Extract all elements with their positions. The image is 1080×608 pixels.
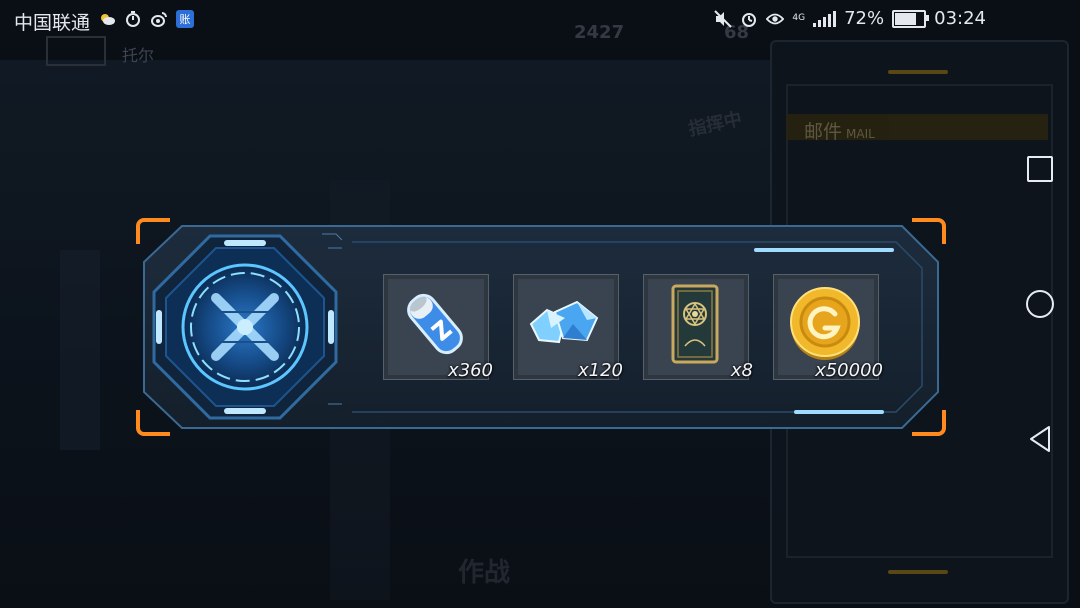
back-button[interactable]: [1026, 425, 1054, 453]
reward-item[interactable]: x50000: [773, 274, 883, 381]
battery-percent: 72%: [844, 8, 885, 29]
reward-items: x360 x120 x8 x50000: [383, 274, 883, 381]
crystal-shards-icon: [529, 300, 599, 344]
home-button[interactable]: [1026, 290, 1054, 318]
item-quantity: x50000: [815, 360, 883, 381]
item-quantity: x8: [730, 360, 753, 381]
mail-title: 邮件: [804, 121, 843, 143]
battery-icon: [892, 9, 930, 28]
network-type: 4G: [792, 13, 806, 23]
square-icon: [1027, 156, 1053, 182]
timer-icon: [124, 10, 142, 28]
mute-icon: [714, 9, 733, 28]
tarot-card-icon: [671, 284, 719, 364]
carrier-name: 中国联通: [14, 12, 91, 34]
mail-panel-bottom-bar: [888, 570, 948, 574]
reward-emblem-icon: [152, 234, 338, 420]
reward-popup[interactable]: x360 x120 x8 x50000: [136, 218, 946, 436]
item-quantity: x120: [577, 360, 623, 381]
clock: 03:24: [934, 8, 986, 29]
reward-item[interactable]: x360: [383, 274, 493, 381]
app-notification-icon: 账: [176, 10, 194, 28]
mail-panel-top-bar: [888, 70, 948, 74]
recent-apps-button[interactable]: [1026, 155, 1054, 183]
eye-comfort-icon: [766, 10, 785, 28]
energy-canister-icon: [407, 293, 463, 355]
gold-coin-icon: [790, 287, 860, 360]
triangle-back-icon: [1030, 426, 1050, 452]
item-quantity: x360: [447, 360, 493, 381]
alarm-icon: [740, 10, 758, 28]
player-avatar: [46, 36, 106, 66]
circle-icon: [1026, 290, 1054, 318]
reward-item[interactable]: x8: [643, 274, 753, 381]
reward-item[interactable]: x120: [513, 274, 623, 381]
signal-icon: [813, 10, 837, 27]
status-bar: 中国联通 账 4G 72% 03:24: [0, 0, 1000, 40]
navigation-bar: [1000, 100, 1080, 520]
weibo-icon: [150, 10, 168, 28]
player-name: 托尔: [122, 46, 155, 65]
weather-icon: [98, 10, 116, 28]
mail-subtitle: MAIL: [846, 127, 875, 141]
battle-button-label: 作战: [458, 558, 511, 588]
